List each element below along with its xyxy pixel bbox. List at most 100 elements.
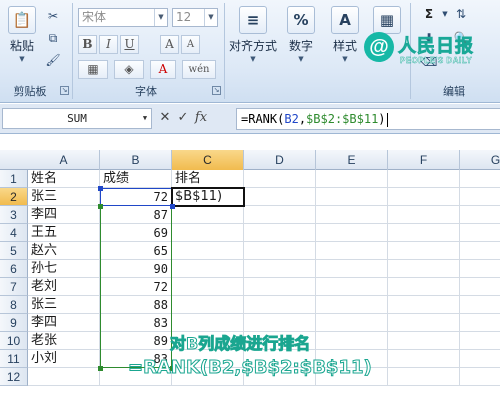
row-header[interactable]: 1 — [0, 170, 28, 188]
cell-empty[interactable] — [244, 224, 316, 242]
cell-empty[interactable] — [388, 224, 460, 242]
cell-empty[interactable] — [316, 296, 388, 314]
clipboard-launcher-icon[interactable]: ↘ — [60, 86, 69, 95]
underline-button[interactable]: U — [120, 35, 139, 54]
cell-empty[interactable] — [460, 314, 500, 332]
cell-a1[interactable]: 姓名 — [28, 170, 100, 188]
cell-b2[interactable]: 72 — [100, 188, 172, 206]
cell-empty[interactable] — [460, 242, 500, 260]
cell-empty[interactable] — [460, 368, 500, 386]
cell-c2[interactable]: $B$11) — [172, 188, 244, 206]
cell-c8[interactable] — [172, 296, 244, 314]
cell-b10[interactable]: 89 — [100, 332, 172, 350]
cell-empty[interactable] — [460, 170, 500, 188]
cell-empty[interactable] — [244, 170, 316, 188]
cell-empty[interactable] — [460, 206, 500, 224]
column-header-c[interactable]: C — [172, 150, 244, 170]
cell-a5[interactable]: 赵六 — [28, 242, 100, 260]
column-header-f[interactable]: F — [388, 150, 460, 170]
cell-empty[interactable] — [316, 188, 388, 206]
cell-empty[interactable] — [316, 332, 388, 350]
font-size-combo[interactable]: 12 ▼ — [172, 8, 218, 27]
cell-a7[interactable]: 老刘 — [28, 278, 100, 296]
range-handle-bottom-left[interactable] — [98, 366, 103, 371]
column-header-g[interactable]: G — [460, 150, 500, 170]
shrink-font-button[interactable]: A — [181, 35, 200, 54]
cell-empty[interactable] — [316, 278, 388, 296]
cell-b4[interactable]: 69 — [100, 224, 172, 242]
column-header-a[interactable]: A — [28, 150, 100, 170]
cell-a8[interactable]: 张三 — [28, 296, 100, 314]
cell-b3[interactable]: 87 — [100, 206, 172, 224]
cell-empty[interactable] — [244, 278, 316, 296]
cell-empty[interactable] — [388, 350, 460, 368]
cell-b7[interactable]: 72 — [100, 278, 172, 296]
cell-a9[interactable]: 李四 — [28, 314, 100, 332]
formula-input[interactable]: =RANK(B2,$B$2:$B$11) — [236, 108, 500, 130]
sort-filter-icon[interactable]: ⇅ — [452, 6, 470, 22]
cell-empty[interactable] — [316, 224, 388, 242]
format-painter-icon[interactable]: 🖌 — [44, 52, 62, 68]
row-header[interactable]: 2 — [0, 188, 28, 206]
cell-empty[interactable] — [316, 260, 388, 278]
cut-icon[interactable]: ✂ — [44, 8, 62, 24]
column-header-e[interactable]: E — [316, 150, 388, 170]
cell-empty[interactable] — [388, 368, 460, 386]
cell-empty[interactable] — [388, 170, 460, 188]
row-header[interactable]: 9 — [0, 314, 28, 332]
cell-c5[interactable] — [172, 242, 244, 260]
cell-a3[interactable]: 李四 — [28, 206, 100, 224]
cell-empty[interactable] — [316, 206, 388, 224]
cell-a12[interactable] — [28, 368, 100, 386]
borders-button[interactable]: ▦ — [78, 60, 108, 79]
row-header[interactable]: 8 — [0, 296, 28, 314]
cell-empty[interactable] — [460, 260, 500, 278]
cell-empty[interactable] — [460, 332, 500, 350]
cell-empty[interactable] — [460, 278, 500, 296]
cell-c4[interactable] — [172, 224, 244, 242]
insert-function-icon[interactable]: fx — [192, 110, 210, 125]
cell-empty[interactable] — [316, 242, 388, 260]
cell-empty[interactable] — [388, 206, 460, 224]
cell-c6[interactable] — [172, 260, 244, 278]
cell-empty[interactable] — [460, 296, 500, 314]
cell-empty[interactable] — [388, 260, 460, 278]
cell-empty[interactable] — [460, 350, 500, 368]
cell-a11[interactable]: 小刘 — [28, 350, 100, 368]
cell-empty[interactable] — [388, 242, 460, 260]
cell-b8[interactable]: 88 — [100, 296, 172, 314]
row-header[interactable]: 7 — [0, 278, 28, 296]
cell-b9[interactable]: 83 — [100, 314, 172, 332]
row-header[interactable]: 6 — [0, 260, 28, 278]
cell-empty[interactable] — [460, 188, 500, 206]
cell-a6[interactable]: 孙七 — [28, 260, 100, 278]
row-header[interactable]: 12 — [0, 368, 28, 386]
b2-handle-bottom-right[interactable] — [170, 204, 175, 209]
cell-a2[interactable]: 张三 — [28, 188, 100, 206]
column-header-d[interactable]: D — [244, 150, 316, 170]
paste-button[interactable]: 📋 粘贴 ▼ — [4, 6, 40, 63]
number-format-button[interactable]: % 数字 ▼ — [282, 6, 320, 63]
cell-empty[interactable] — [316, 170, 388, 188]
row-header[interactable]: 11 — [0, 350, 28, 368]
copy-icon[interactable]: ⧉ — [44, 30, 62, 46]
cell-b5[interactable]: 65 — [100, 242, 172, 260]
cell-empty[interactable] — [388, 314, 460, 332]
phonetic-button[interactable]: wén — [182, 60, 216, 79]
cell-a10[interactable]: 老张 — [28, 332, 100, 350]
cell-b1[interactable]: 成绩 — [100, 170, 172, 188]
cell-c7[interactable] — [172, 278, 244, 296]
cell-empty[interactable] — [460, 224, 500, 242]
italic-button[interactable]: I — [99, 35, 118, 54]
font-name-combo[interactable]: 宋体 ▼ — [78, 8, 168, 27]
column-header-b[interactable]: B — [100, 150, 172, 170]
font-color-button[interactable]: A — [150, 60, 176, 79]
cell-empty[interactable] — [388, 278, 460, 296]
enter-icon[interactable]: ✓ — [174, 110, 192, 125]
cell-empty[interactable] — [244, 260, 316, 278]
row-header[interactable]: 5 — [0, 242, 28, 260]
cell-b6[interactable]: 90 — [100, 260, 172, 278]
b2-handle-top-left[interactable] — [98, 186, 103, 191]
cell-empty[interactable] — [244, 188, 316, 206]
cell-empty[interactable] — [244, 206, 316, 224]
